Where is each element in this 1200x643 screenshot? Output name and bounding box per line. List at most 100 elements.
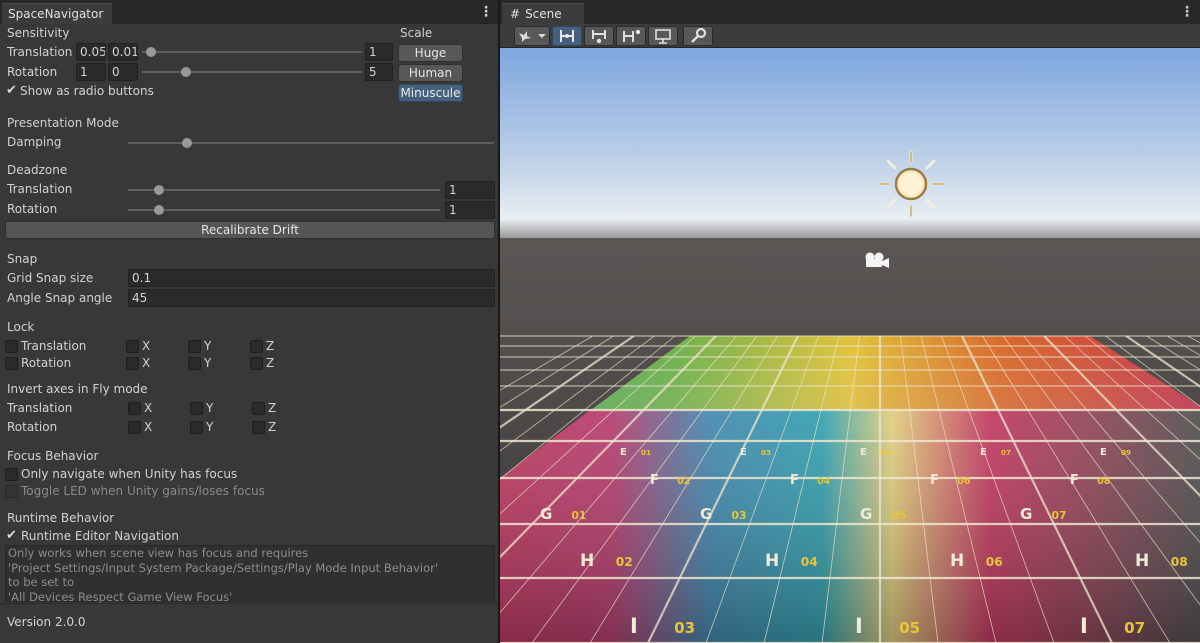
help-line: Only works when scene view has focus and… bbox=[8, 546, 309, 560]
angle-snap-label: Angle Snap angle bbox=[7, 291, 113, 305]
invert-axes-header: Invert axes in Fly mode bbox=[7, 382, 148, 396]
lock-rotation-y-label: Y bbox=[204, 356, 212, 370]
help-line: 'All Devices Respect Game View Focus' bbox=[8, 589, 233, 604]
lock-rotation-z-checkbox[interactable] bbox=[250, 357, 263, 370]
deadzone-translation-field[interactable]: 1 bbox=[445, 181, 495, 199]
grid-column-number: 07 bbox=[1001, 448, 1011, 457]
deadzone-rotation-slider-track[interactable] bbox=[128, 209, 440, 211]
invert-rotation-y-checkbox[interactable] bbox=[190, 421, 203, 434]
sky bbox=[500, 48, 1200, 238]
focus-behavior-header: Focus Behavior bbox=[7, 449, 99, 463]
translation-slider-track[interactable] bbox=[142, 51, 362, 53]
display-icon[interactable] bbox=[648, 26, 678, 46]
tab-space-navigator[interactable]: SpaceNavigator bbox=[2, 3, 112, 24]
global-icon[interactable] bbox=[616, 26, 646, 46]
invert-rotation-z-checkbox[interactable] bbox=[252, 421, 265, 434]
translation-slider-handle[interactable] bbox=[145, 47, 156, 57]
rotation-slider-track[interactable] bbox=[142, 71, 362, 73]
grid-column-number: 06 bbox=[986, 555, 1003, 569]
lock-translation-label: Translation bbox=[21, 339, 87, 353]
angle-snap-field[interactable]: 45 bbox=[128, 289, 495, 307]
scale-header: Scale bbox=[400, 26, 433, 40]
invert-translation-y-label: Y bbox=[206, 401, 214, 415]
sensitivity-rotation-label: Rotation bbox=[7, 65, 58, 79]
invert-translation-y-checkbox[interactable] bbox=[190, 402, 203, 415]
deadzone-translation-slider-handle[interactable] bbox=[154, 185, 165, 195]
rotation-max-field[interactable]: 5 bbox=[365, 63, 393, 81]
center-icon[interactable] bbox=[584, 26, 614, 46]
lock-rotation-x-checkbox[interactable] bbox=[126, 357, 139, 370]
runtime-behavior-header: Runtime Behavior bbox=[7, 511, 115, 525]
damping-slider-handle[interactable] bbox=[181, 138, 192, 148]
grid-column-number: 07 bbox=[1124, 619, 1145, 637]
translation-value-field[interactable]: 0.01 bbox=[108, 43, 138, 61]
grid-row-letter: I bbox=[855, 614, 863, 638]
deadzone-rotation-field[interactable]: 1 bbox=[445, 201, 495, 219]
space-navigator-panel: SpaceNavigator ⋮ Sensitivity Scale Trans… bbox=[0, 0, 498, 643]
recalibrate-drift-button[interactable]: Recalibrate Drift bbox=[5, 221, 495, 239]
scene-render[interactable]: E 01 E 03 E 05 E 07 E 09 F 02 F 04 F 06 F 08 G 01 G 03 G 05 G 07 H… bbox=[500, 48, 1200, 643]
tab-scene[interactable]: # Scene bbox=[502, 3, 584, 24]
invert-translation-z-checkbox[interactable] bbox=[252, 402, 265, 415]
panel-menu-icon[interactable]: ⋮ bbox=[479, 4, 493, 20]
lock-translation-z-checkbox[interactable] bbox=[250, 340, 263, 353]
lock-rotation-label: Rotation bbox=[21, 356, 72, 370]
grid-column-number: 03 bbox=[761, 448, 771, 457]
scene-toolbar bbox=[500, 24, 1200, 48]
scale-minuscule-button[interactable]: Minuscule bbox=[398, 84, 463, 102]
presentation-mode-header: Presentation Mode bbox=[7, 116, 119, 130]
lock-translation-y-label: Y bbox=[204, 339, 212, 353]
lock-header: Lock bbox=[7, 320, 35, 334]
invert-translation-x-checkbox[interactable] bbox=[128, 402, 141, 415]
sun-icon[interactable] bbox=[877, 150, 945, 218]
scene-menu-icon[interactable]: ⋮ bbox=[1180, 4, 1194, 20]
grid-row-letter: E bbox=[860, 447, 867, 458]
grid-row-letter: G bbox=[540, 505, 552, 523]
grid-column-number: 05 bbox=[892, 509, 907, 522]
scale-huge-button[interactable]: Huge bbox=[398, 44, 463, 62]
runtime-nav-checkbox[interactable]: ✔ bbox=[5, 529, 18, 543]
translation-min-field[interactable]: 0.05 bbox=[76, 43, 106, 61]
invert-translation-x-label: X bbox=[144, 401, 153, 415]
grid-row-letter: E bbox=[1100, 447, 1107, 458]
lock-translation-x-checkbox[interactable] bbox=[126, 340, 139, 353]
grid-snap-label: Grid Snap size bbox=[7, 271, 94, 285]
lock-translation-checkbox[interactable] bbox=[5, 340, 18, 353]
sensitivity-translation-label: Translation bbox=[7, 45, 73, 59]
grid-column-number: 08 bbox=[1097, 476, 1110, 487]
show-radio-checkbox[interactable]: ✔ bbox=[5, 84, 18, 98]
toggle-led-label: Toggle LED when Unity gains/loses focus bbox=[21, 484, 265, 498]
rotation-value-field[interactable]: 0 bbox=[108, 63, 138, 81]
grid-column-number: 07 bbox=[1052, 509, 1067, 522]
grid-row-letter: G bbox=[1020, 505, 1032, 523]
translation-max-field[interactable]: 1 bbox=[365, 43, 393, 61]
grid-snap-field[interactable]: 0.1 bbox=[128, 269, 495, 287]
lock-rotation-y-checkbox[interactable] bbox=[188, 357, 201, 370]
deadzone-translation-label: Translation bbox=[7, 182, 73, 196]
orientation-bird-icon[interactable] bbox=[514, 26, 550, 46]
deadzone-translation-slider-track[interactable] bbox=[128, 189, 440, 191]
rotation-slider-handle[interactable] bbox=[181, 67, 191, 77]
deadzone-rotation-slider-handle[interactable] bbox=[154, 205, 165, 215]
runtime-help-box: Only works when scene view has focus and… bbox=[5, 545, 495, 604]
grid-column-number: 02 bbox=[677, 476, 690, 487]
pivot-icon[interactable] bbox=[552, 26, 582, 46]
grid-row-letter: H bbox=[765, 551, 779, 571]
lock-translation-y-checkbox[interactable] bbox=[188, 340, 201, 353]
wrench-icon[interactable] bbox=[683, 26, 713, 46]
scale-human-button[interactable]: Human bbox=[398, 64, 463, 82]
lock-rotation-checkbox[interactable] bbox=[5, 357, 18, 370]
lock-rotation-z-label: Z bbox=[266, 356, 275, 370]
grid-column-number: 04 bbox=[801, 555, 818, 569]
tab-label: Scene bbox=[525, 7, 562, 21]
rotation-min-field[interactable]: 1 bbox=[76, 63, 106, 81]
only-navigate-checkbox[interactable] bbox=[5, 468, 18, 481]
invert-rotation-x-label: X bbox=[144, 420, 153, 434]
show-radio-label: Show as radio buttons bbox=[20, 84, 154, 98]
invert-rotation-y-label: Y bbox=[206, 420, 214, 434]
grid-row-letter: I bbox=[630, 614, 638, 638]
toggle-led-checkbox[interactable] bbox=[5, 485, 18, 498]
grid-row-letter: F bbox=[1070, 473, 1079, 488]
scene-viewport[interactable]: E 01 E 03 E 05 E 07 E 09 F 02 F 04 F 06 F 08 G 01 G 03 G 05 G 07 H… bbox=[500, 48, 1200, 643]
invert-rotation-x-checkbox[interactable] bbox=[128, 421, 141, 434]
